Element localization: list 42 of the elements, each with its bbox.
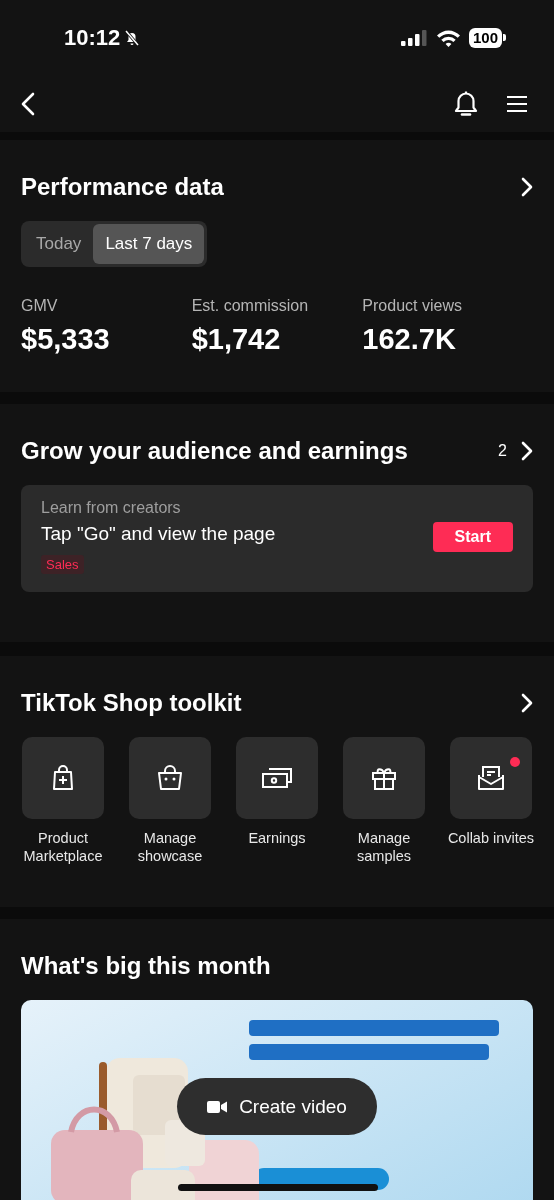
section-title: What's big this month [21, 952, 271, 980]
back-icon[interactable] [20, 91, 36, 116]
status-time: 10:12 [64, 24, 121, 51]
chevron-right-icon[interactable] [521, 693, 533, 713]
chevron-right-icon[interactable] [521, 177, 533, 197]
metric-value: 162.7K [362, 323, 457, 356]
metric-label: GMV [21, 297, 59, 315]
signal-icon [400, 29, 428, 46]
task-text: Tap "Go" and view the page [41, 523, 276, 545]
tool-label: Earnings [248, 829, 306, 847]
menu-icon[interactable] [506, 94, 528, 113]
video-camera-icon [207, 1099, 228, 1114]
tool-label: Manage samples [356, 829, 412, 865]
section-title: TikTok Shop toolkit [21, 689, 242, 717]
tool-label: Product Marketplace [22, 829, 104, 865]
tool-tile[interactable] [343, 737, 425, 819]
shopping-bag-icon [156, 764, 184, 792]
envelope-letter-icon [477, 764, 505, 792]
create-video-button[interactable]: Create video [177, 1078, 377, 1135]
metric-value: $5,333 [21, 323, 111, 356]
range-tab[interactable]: Last 7 days [93, 224, 205, 264]
tool-label: Manage showcase [136, 829, 204, 865]
banknotes-icon [261, 766, 293, 790]
section-title: Grow your audience and earnings [21, 437, 408, 465]
task-category: Learn from creators [41, 499, 181, 517]
tool-tile[interactable] [450, 737, 532, 819]
tool-tile[interactable] [236, 737, 318, 819]
task-tag: Sales [41, 555, 84, 574]
tool-tile[interactable] [129, 737, 211, 819]
notification-dot [510, 757, 520, 767]
start-button[interactable]: Start [432, 521, 513, 552]
chevron-right-icon[interactable] [521, 441, 533, 461]
tool-label: Collab invites [447, 829, 535, 847]
range-tab[interactable]: Today [24, 224, 94, 264]
metric-label: Est. commission [191, 297, 310, 315]
shopping-bag-plus-icon [51, 764, 75, 792]
item-count: 2 [498, 442, 507, 460]
tool-tile[interactable] [22, 737, 104, 819]
wifi-icon [435, 28, 461, 47]
section-title: Performance data [21, 173, 224, 201]
metric-label: Product views [362, 297, 463, 315]
metric-value: $1,742 [191, 323, 282, 356]
